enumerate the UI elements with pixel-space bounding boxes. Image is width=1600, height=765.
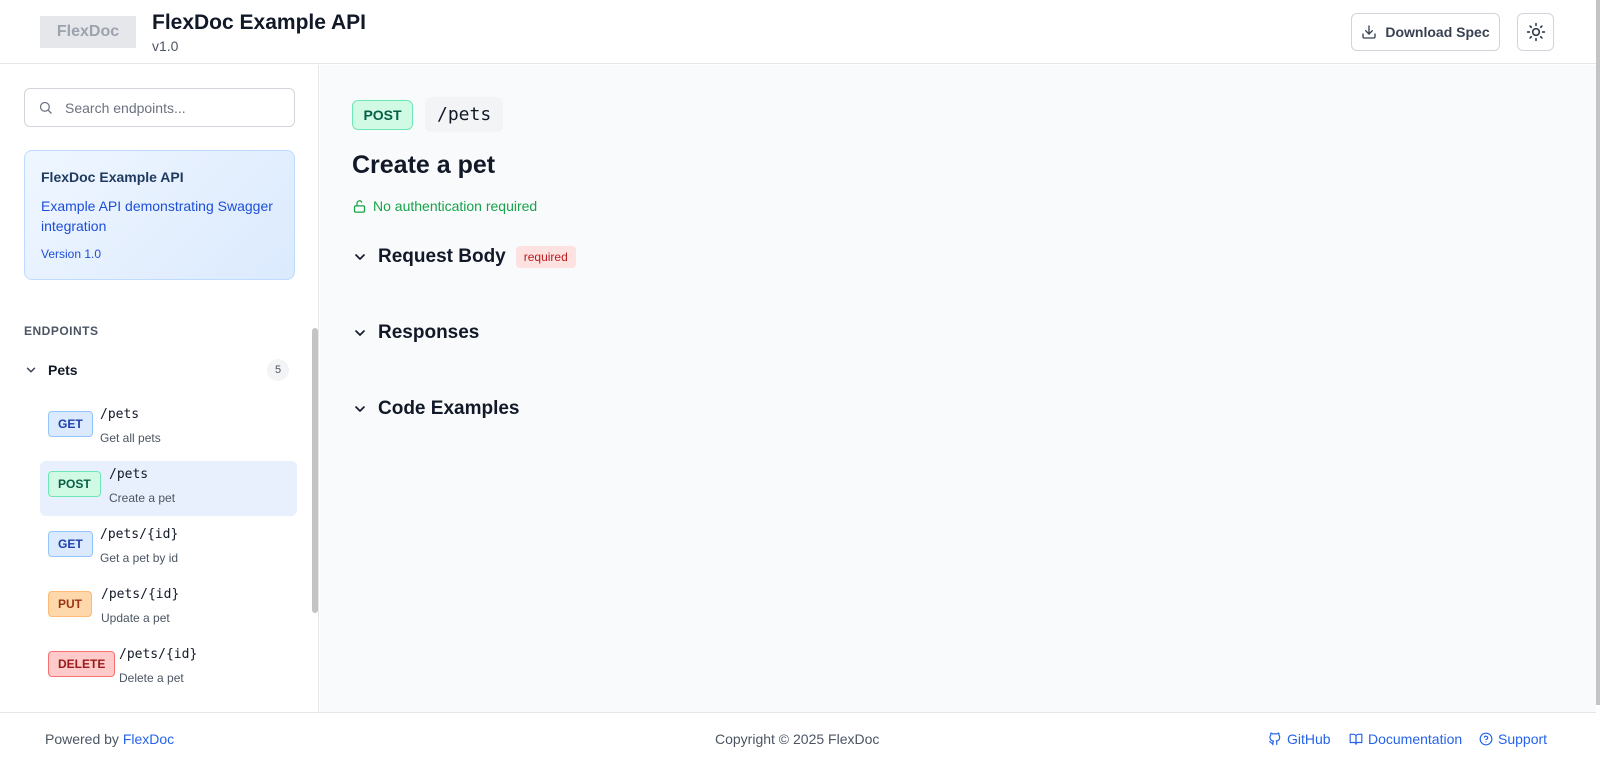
endpoint-item[interactable]: GET /pets Get all pets — [40, 401, 297, 456]
chevron-down-icon — [355, 254, 365, 260]
chevron-down-icon — [355, 330, 365, 336]
documentation-link[interactable]: Documentation — [1349, 731, 1462, 747]
endpoint-item[interactable]: PUT /pets/{id} Update a pet — [40, 581, 297, 636]
sidebar-scrollbar[interactable] — [312, 328, 318, 613]
sidebar: FlexDoc Example API Example API demonstr… — [0, 65, 319, 712]
powered-by-prefix: Powered by — [45, 731, 119, 747]
endpoint-path-display: /pets — [425, 97, 504, 132]
auth-status-text: No authentication required — [373, 198, 538, 214]
method-badge-post: POST — [352, 100, 413, 130]
download-spec-label: Download Spec — [1385, 24, 1490, 40]
search-box[interactable] — [24, 88, 295, 127]
method-badge-put: PUT — [48, 591, 92, 617]
page-title: Create a pet — [352, 151, 496, 179]
method-badge-post: POST — [48, 471, 101, 497]
endpoint-count-badge: 5 — [267, 359, 289, 381]
section-responses[interactable]: Responses — [352, 322, 479, 344]
github-link[interactable]: GitHub — [1268, 731, 1331, 747]
required-badge: required — [515, 246, 576, 268]
sun-icon — [1526, 22, 1545, 42]
endpoint-summary: Create a pet — [109, 491, 176, 505]
endpoint-group-label: Pets — [48, 362, 78, 378]
endpoint-item-active[interactable]: POST /pets Create a pet — [40, 461, 297, 516]
section-title: Responses — [378, 322, 480, 343]
footer: Powered by FlexDoc Copyright © 2025 Flex… — [0, 712, 1596, 765]
endpoint-item[interactable]: DELETE /pets/{id} Delete a pet — [40, 641, 297, 696]
endpoint-summary: Delete a pet — [119, 671, 184, 685]
chevron-down-icon — [26, 367, 36, 373]
endpoint-path: /pets/{id} — [119, 647, 198, 662]
logo[interactable]: FlexDoc — [40, 16, 136, 48]
endpoint-path: /pets — [100, 407, 140, 422]
endpoint-summary: Update a pet — [101, 611, 170, 625]
api-info-title: FlexDoc Example API — [41, 169, 184, 185]
support-link-label: Support — [1498, 731, 1548, 747]
api-info-card: FlexDoc Example API Example API demonstr… — [24, 150, 295, 280]
page-scrollbar[interactable] — [1596, 0, 1600, 705]
search-icon — [39, 101, 52, 114]
support-link[interactable]: Support — [1479, 731, 1547, 747]
copyright-text: Copyright © 2025 FlexDoc — [715, 731, 880, 747]
section-title: Code Examples — [378, 398, 520, 419]
endpoints-heading: ENDPOINTS — [24, 324, 99, 338]
endpoint-path: /pets/{id} — [101, 587, 180, 602]
method-badge-get: GET — [48, 411, 93, 437]
api-info-version: Version 1.0 — [41, 247, 102, 261]
app-title: FlexDoc Example API — [152, 11, 366, 34]
auth-status: No authentication required — [352, 198, 537, 214]
section-title: Request Body — [378, 246, 506, 267]
section-request-body[interactable]: Request Body required — [352, 246, 576, 268]
endpoint-summary: Get all pets — [100, 431, 161, 445]
help-circle-icon — [1479, 732, 1493, 746]
endpoint-summary: Get a pet by id — [100, 551, 179, 565]
github-icon — [1269, 732, 1281, 746]
download-spec-button[interactable]: Download Spec — [1351, 13, 1500, 51]
unlock-icon — [353, 199, 366, 213]
method-badge-get: GET — [48, 531, 93, 557]
powered-by: Powered by FlexDoc — [45, 731, 174, 747]
api-info-description: Example API demonstrating Swagger integr… — [41, 198, 273, 234]
endpoint-group-pets[interactable]: Pets 5 — [24, 356, 295, 384]
app-version: v1.0 — [152, 38, 179, 54]
endpoint-path: /pets/{id} — [100, 527, 179, 542]
chevron-down-icon — [355, 406, 365, 412]
method-badge-delete: DELETE — [48, 651, 116, 677]
endpoint-path: /pets — [109, 467, 149, 482]
top-header: FlexDoc FlexDoc Example API v1.0 Downloa… — [0, 0, 1596, 64]
theme-toggle-button[interactable] — [1517, 13, 1554, 51]
github-link-label: GitHub — [1287, 731, 1331, 747]
endpoint-item[interactable]: GET /pets/{id} Get a pet by id — [40, 521, 297, 576]
section-code-examples[interactable]: Code Examples — [352, 398, 520, 420]
download-icon — [1362, 25, 1377, 39]
documentation-link-label: Documentation — [1368, 731, 1463, 747]
flexdoc-link[interactable]: FlexDoc — [123, 731, 174, 747]
main-content: POST /pets Create a pet No authenticatio… — [320, 65, 1596, 712]
book-open-icon — [1349, 733, 1363, 745]
search-input[interactable] — [65, 99, 275, 116]
